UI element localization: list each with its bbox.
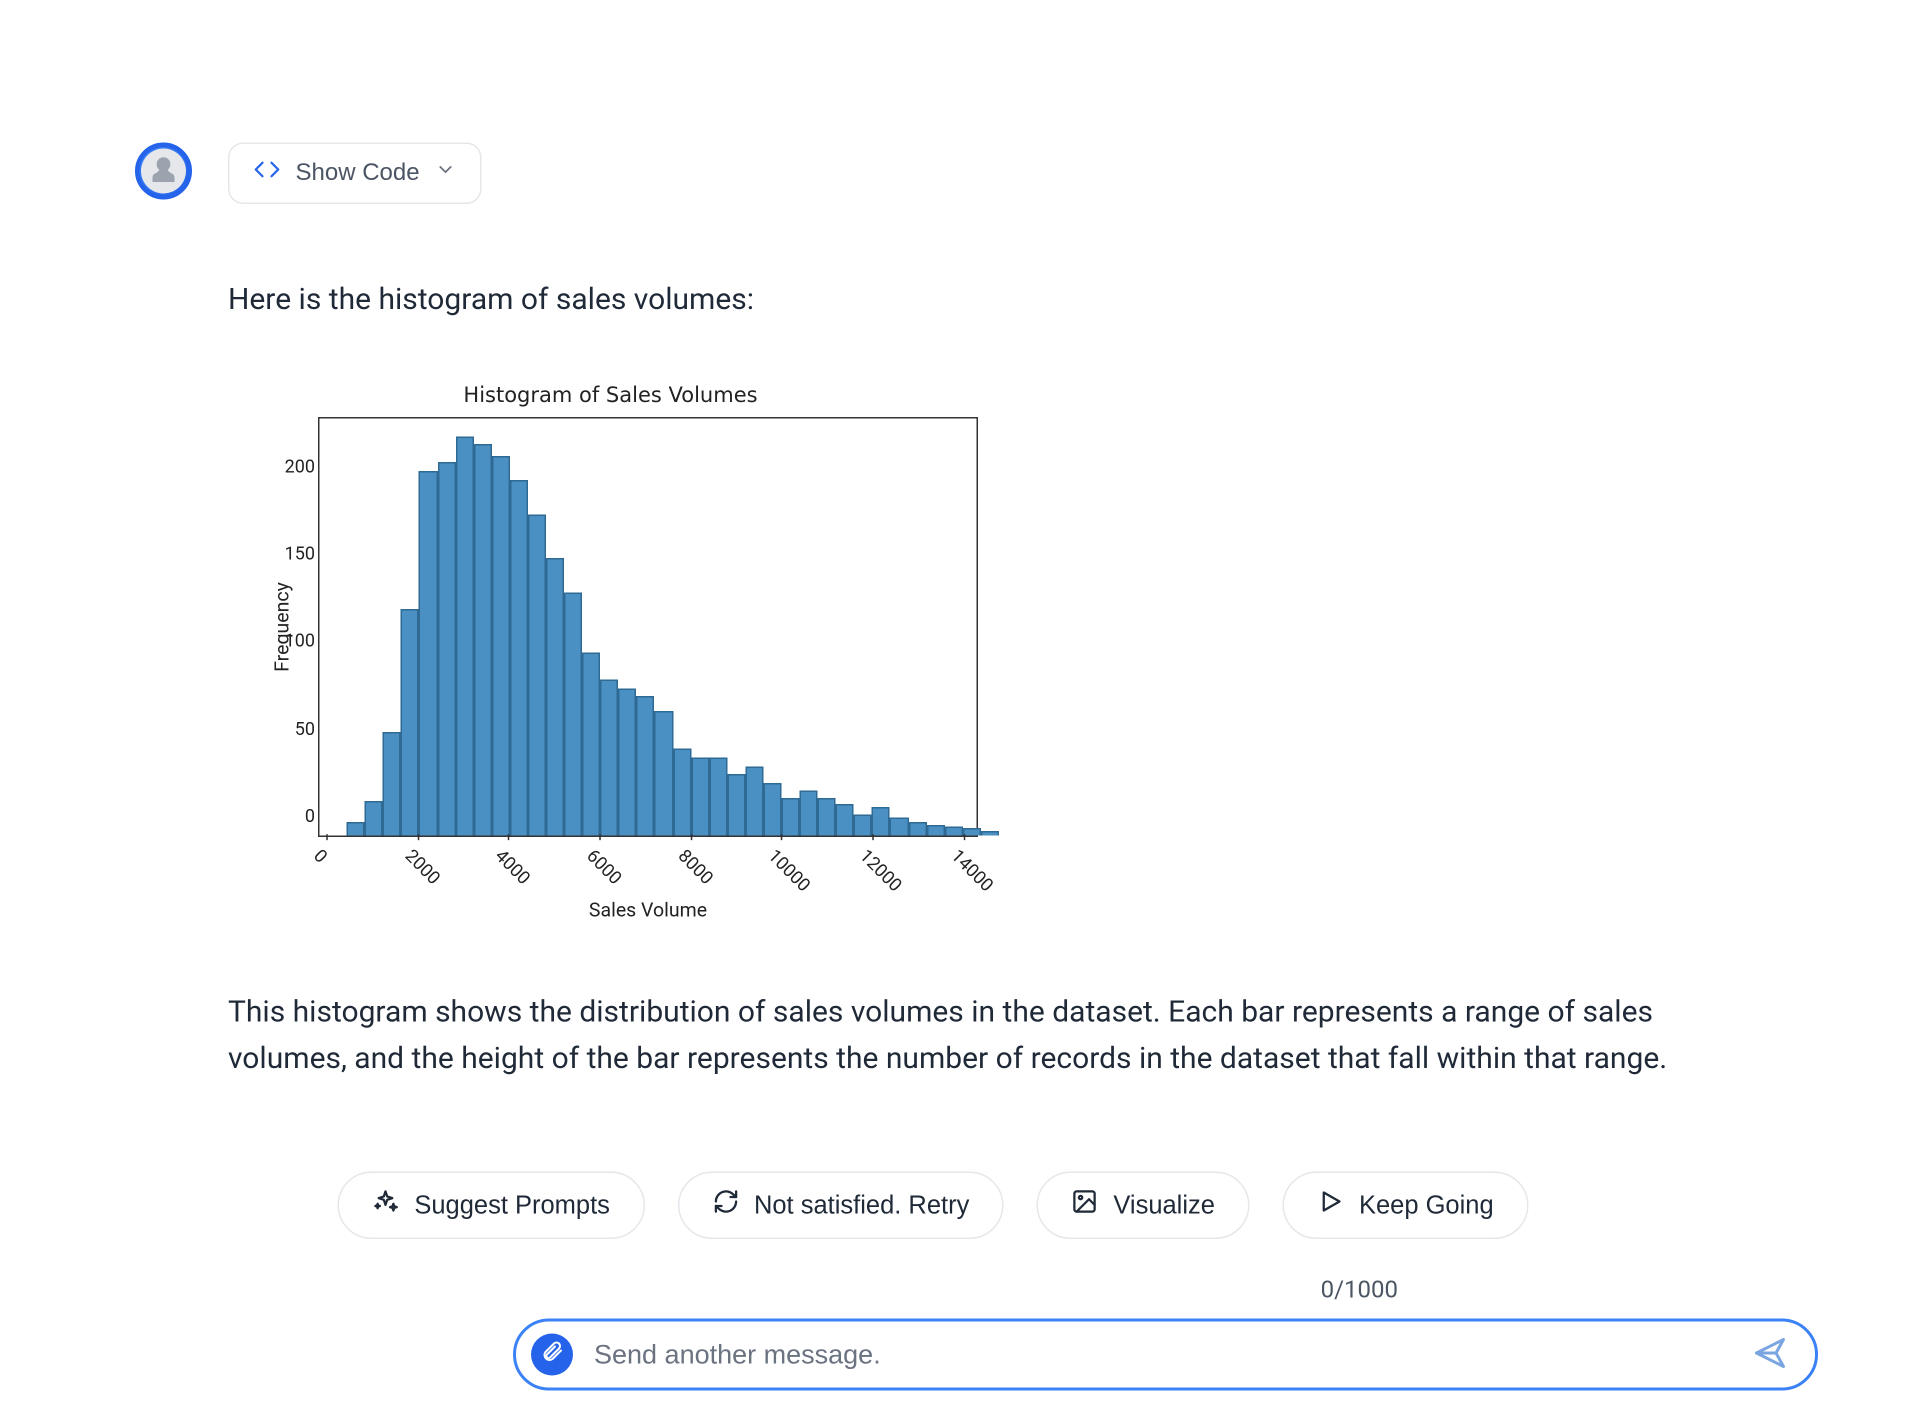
sparkles-icon [372, 1188, 399, 1223]
histogram-bar [963, 829, 981, 836]
histogram-bar [763, 783, 781, 835]
histogram-bar [818, 797, 836, 835]
chart-title: Histogram of Sales Volumes [228, 384, 993, 408]
histogram-bar [455, 436, 473, 836]
histogram-bar [800, 790, 818, 835]
histogram-bar [528, 514, 546, 835]
chevron-down-icon [435, 159, 456, 188]
histogram-bar [492, 457, 510, 836]
histogram-bar [673, 749, 691, 836]
histogram-bar [926, 825, 944, 835]
paperclip-icon [540, 1340, 564, 1370]
histogram-bar [383, 731, 401, 835]
histogram-bar [618, 688, 636, 836]
play-icon [1317, 1188, 1344, 1223]
retry-button[interactable]: Not satisfied. Retry [677, 1172, 1003, 1240]
histogram-bar [981, 830, 999, 835]
histogram-bar [510, 479, 528, 835]
histogram-bar [401, 610, 419, 836]
x-tick: 2000 [401, 845, 444, 888]
histogram-bar [473, 445, 491, 836]
x-tick: 14000 [947, 845, 998, 896]
y-tick: 50 [273, 718, 315, 739]
chart-plot-area [318, 417, 978, 837]
assistant-avatar [135, 143, 192, 200]
message-explanation: This histogram shows the distribution of… [228, 989, 1728, 1082]
show-code-label: Show Code [296, 160, 420, 187]
x-tick: 6000 [583, 845, 626, 888]
suggest-prompts-button[interactable]: Suggest Prompts [338, 1172, 645, 1240]
send-icon [1752, 1334, 1788, 1375]
y-tick: 200 [273, 456, 315, 477]
char-counter: 0/1000 [228, 1275, 1398, 1304]
histogram-bar [637, 697, 655, 836]
visualize-button[interactable]: Visualize [1037, 1172, 1250, 1240]
x-tick: 0 [310, 845, 332, 867]
x-tick: 4000 [492, 845, 535, 888]
histogram-bar [709, 757, 727, 835]
chart-xlabel: Sales Volume [318, 900, 978, 923]
send-button[interactable] [1752, 1334, 1788, 1375]
histogram-bar [745, 766, 763, 835]
keep-going-label: Keep Going [1359, 1190, 1494, 1220]
histogram-bar [908, 822, 926, 836]
histogram-bar [872, 808, 890, 836]
histogram-bar [836, 804, 854, 835]
histogram-bar [419, 471, 437, 836]
histogram-bar [347, 822, 365, 836]
histogram-bar [691, 757, 709, 835]
chat-input-container [513, 1319, 1818, 1391]
histogram-bar [655, 710, 673, 835]
message-input[interactable] [594, 1339, 1731, 1371]
histogram-bar [727, 775, 745, 836]
action-row: Suggest Prompts Not satisfied. Retry Vis… [318, 1172, 1548, 1240]
histogram-chart: Histogram of Sales Volumes Frequency 050… [228, 384, 993, 923]
show-code-button[interactable]: Show Code [228, 143, 481, 205]
histogram-bar [945, 827, 963, 836]
histogram-bar [582, 653, 600, 835]
x-tick: 12000 [856, 845, 907, 896]
refresh-icon [712, 1188, 739, 1223]
attach-button[interactable] [531, 1334, 573, 1376]
suggest-label: Suggest Prompts [414, 1190, 610, 1220]
message-intro: Here is the histogram of sales volumes: [228, 276, 1728, 321]
histogram-bar [890, 818, 908, 835]
histogram-bar [546, 558, 564, 836]
visualize-label: Visualize [1113, 1190, 1215, 1220]
histogram-bar [437, 462, 455, 836]
histogram-bar [600, 679, 618, 835]
histogram-bar [365, 801, 383, 836]
histogram-bar [564, 592, 582, 835]
x-tick: 10000 [765, 845, 816, 896]
retry-label: Not satisfied. Retry [754, 1190, 969, 1220]
y-tick: 150 [273, 543, 315, 564]
code-icon [254, 156, 281, 191]
histogram-bar [854, 815, 872, 836]
image-icon [1071, 1188, 1098, 1223]
x-tick: 8000 [674, 845, 717, 888]
y-tick: 100 [273, 631, 315, 652]
histogram-bar [781, 797, 799, 835]
y-tick: 0 [273, 806, 315, 827]
keep-going-button[interactable]: Keep Going [1282, 1172, 1528, 1240]
